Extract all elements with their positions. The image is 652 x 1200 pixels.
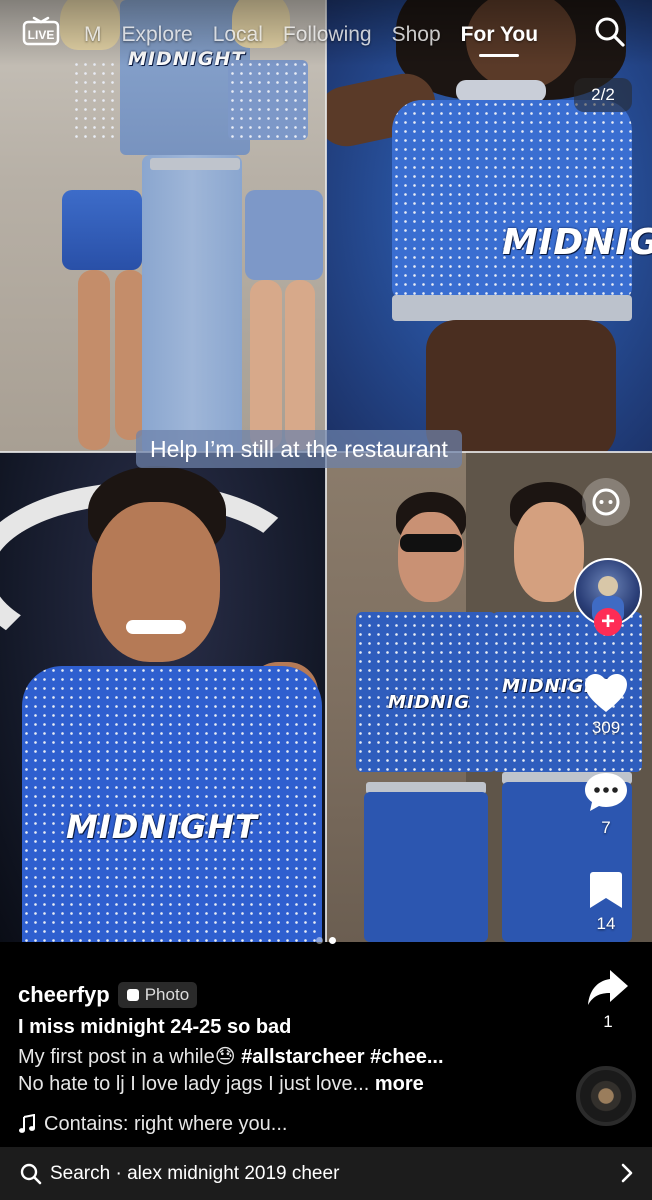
photo-icon bbox=[126, 989, 139, 1001]
tab-for-you[interactable]: For You bbox=[461, 23, 538, 57]
slide-counter: 2/2 bbox=[574, 78, 632, 112]
music-row[interactable]: Contains: right where you... bbox=[18, 1110, 558, 1138]
search-icon[interactable] bbox=[594, 16, 626, 48]
related-search-bar[interactable]: Search · alex midnight 2019 cheer bbox=[0, 1147, 652, 1200]
chevron-right-icon bbox=[621, 1163, 633, 1183]
save-button[interactable]: 14 bbox=[582, 870, 630, 934]
share-button[interactable]: 1 bbox=[584, 968, 632, 1032]
post-info: cheerfyp Photo I miss midnight 24-25 so … bbox=[18, 978, 558, 1138]
bookmark-icon bbox=[590, 872, 622, 908]
tab-shop[interactable]: Shop bbox=[392, 23, 441, 47]
username[interactable]: cheerfyp bbox=[18, 982, 110, 1008]
post-description-line-2[interactable]: No hate to lj I love lady jags I just lo… bbox=[18, 1073, 558, 1102]
post-description-line-1[interactable]: My first post in a while😓 #allstarcheer … bbox=[18, 1044, 558, 1073]
tab-m[interactable]: M bbox=[84, 23, 102, 47]
description-text: My first post in a while bbox=[18, 1046, 215, 1068]
follow-button[interactable]: + bbox=[594, 608, 622, 636]
post-photo[interactable]: MIDNIGHT MIDNIG MIDNIGHT MIDNIG bbox=[0, 0, 652, 942]
photo-badge: Photo bbox=[117, 982, 198, 1008]
photo-caption: Help I’m still at the restaurant bbox=[136, 430, 462, 468]
ai-assist-button[interactable] bbox=[582, 478, 630, 526]
slide-dot-1[interactable] bbox=[316, 937, 323, 944]
feed-tabs: M Explore Local Following Shop For You bbox=[84, 20, 558, 57]
tab-following[interactable]: Following bbox=[283, 23, 372, 47]
jersey-text-front: MIDNIGHT bbox=[66, 808, 258, 846]
search-icon bbox=[20, 1163, 42, 1184]
live-label: LIVE bbox=[28, 28, 55, 42]
post-title: I miss midnight 24-25 so bad bbox=[18, 1016, 292, 1038]
like-button[interactable]: 309 bbox=[582, 672, 630, 738]
music-note-icon bbox=[19, 1114, 35, 1133]
like-count: 309 bbox=[591, 718, 621, 737]
search-suggestion: Search · alex midnight 2019 cheer bbox=[50, 1163, 339, 1185]
photo-badge-label: Photo bbox=[144, 985, 190, 1004]
music-disc[interactable] bbox=[576, 1066, 636, 1126]
comment-icon bbox=[585, 773, 627, 811]
search-label: Search bbox=[50, 1162, 111, 1184]
collage-photo-2: MIDNIG bbox=[326, 0, 652, 452]
tab-explore[interactable]: Explore bbox=[122, 23, 193, 47]
heart-icon bbox=[585, 674, 627, 712]
jersey-text-closeup: MIDNIG bbox=[502, 222, 652, 263]
jersey-text-left: MIDNIG bbox=[388, 692, 471, 713]
slide-dot-2[interactable] bbox=[329, 937, 336, 944]
description-text-2: No hate to lj I love lady jags I just lo… bbox=[18, 1073, 370, 1095]
tab-local[interactable]: Local bbox=[213, 23, 263, 47]
music-text: Contains: right where you... bbox=[44, 1112, 288, 1135]
more-link[interactable]: more bbox=[375, 1073, 424, 1095]
share-icon bbox=[588, 970, 628, 1005]
collage-divider-vertical bbox=[325, 0, 327, 942]
ai-assist-icon bbox=[592, 488, 620, 516]
hashtags[interactable]: #allstarcheer #chee... bbox=[241, 1046, 443, 1068]
emoji: 😓 bbox=[214, 1046, 236, 1068]
share-count: 1 bbox=[603, 1012, 613, 1031]
comment-button[interactable]: 7 bbox=[582, 770, 630, 838]
collage-photo-1: MIDNIGHT bbox=[0, 0, 326, 452]
comment-count: 7 bbox=[601, 818, 611, 837]
slide-indicator bbox=[313, 937, 339, 944]
save-count: 14 bbox=[596, 914, 616, 933]
collage-photo-3: MIDNIGHT bbox=[0, 452, 326, 942]
top-navigation: LIVE M Explore Local Following Shop For … bbox=[0, 0, 652, 66]
live-icon[interactable]: LIVE bbox=[22, 16, 60, 46]
search-query: alex midnight 2019 cheer bbox=[127, 1162, 340, 1184]
search-separator: · bbox=[115, 1162, 122, 1184]
